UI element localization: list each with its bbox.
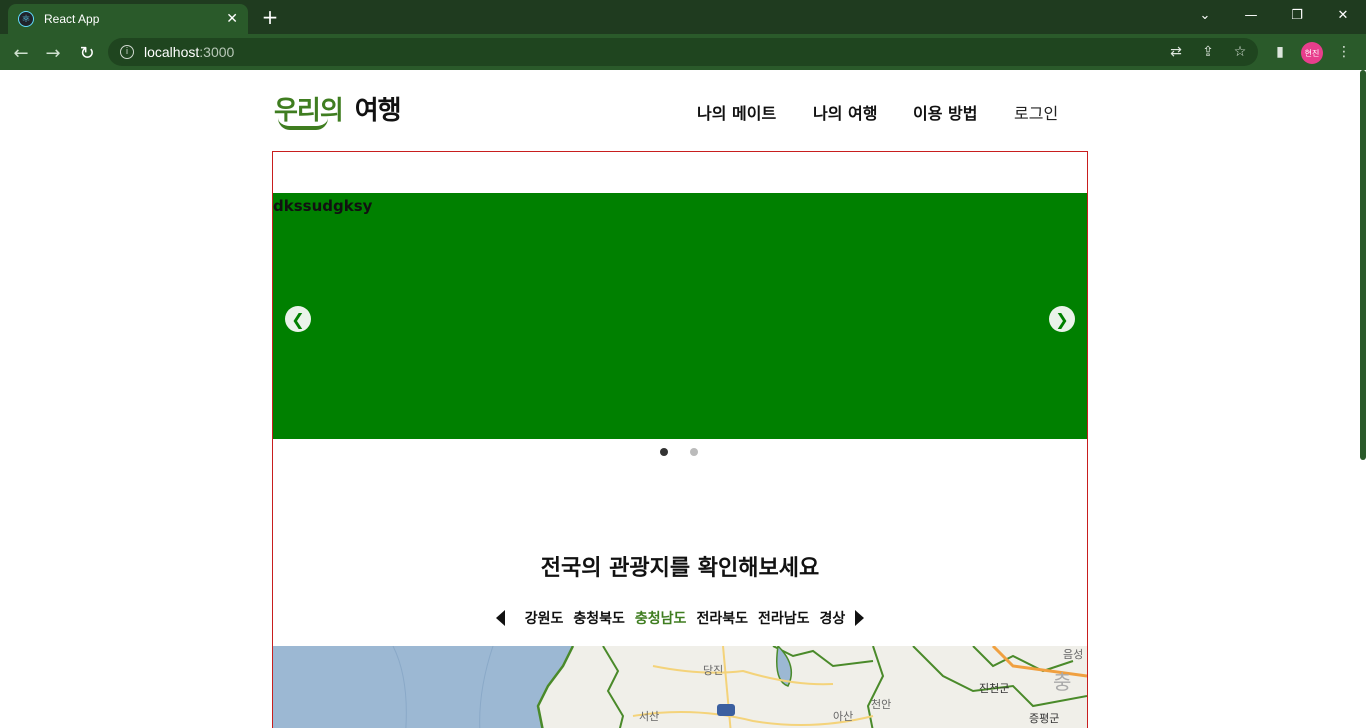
region-chungnam[interactable]: 충청남도 bbox=[635, 608, 687, 628]
map-label: 충 bbox=[1053, 670, 1072, 694]
carousel-dot[interactable] bbox=[690, 448, 698, 456]
carousel-prev-icon[interactable]: ❮ bbox=[285, 306, 311, 332]
browser-tab[interactable]: ⚛ React App ✕ bbox=[8, 4, 248, 34]
carousel-slide: dkssudgksy ❮ ❯ bbox=[273, 193, 1087, 439]
browser-tab-bar: ⚛ React App ✕ + ⌄ — ❐ ✕ bbox=[0, 0, 1366, 34]
forward-icon[interactable]: → bbox=[40, 40, 66, 66]
site-logo[interactable]: 우리의 여행 bbox=[274, 90, 402, 130]
site-info-icon[interactable]: i bbox=[120, 45, 134, 59]
bookmark-star-icon[interactable]: ☆ bbox=[1230, 42, 1250, 62]
main-content: dkssudgksy ❮ ❯ 전국의 관광지를 확인해보세요 강원도 충청북도 … bbox=[272, 151, 1088, 728]
logo-part2: 여행 bbox=[354, 96, 402, 126]
nav-login[interactable]: 로그인 bbox=[1014, 100, 1058, 124]
new-tab-icon[interactable]: + bbox=[258, 5, 282, 29]
reload-icon[interactable]: ↻ bbox=[74, 40, 100, 66]
nav-my-trip[interactable]: 나의 여행 bbox=[813, 100, 877, 124]
side-panel-icon[interactable]: ▮ bbox=[1270, 42, 1290, 62]
page-viewport: 우리의 여행 나의 메이트 나의 여행 이용 방법 로그인 dkssudgksy… bbox=[0, 70, 1366, 728]
address-bar[interactable]: i localhost:3000 bbox=[108, 38, 1258, 66]
nav-how-to-use[interactable]: 이용 방법 bbox=[913, 100, 977, 124]
react-icon: ⚛ bbox=[18, 11, 34, 27]
map-label: 서산 bbox=[639, 710, 660, 723]
nav-my-mate[interactable]: 나의 메이트 bbox=[697, 100, 776, 124]
region-chungbuk[interactable]: 충청북도 bbox=[573, 608, 625, 628]
window-close-icon[interactable]: ✕ bbox=[1320, 0, 1366, 30]
back-icon[interactable]: ← bbox=[8, 40, 34, 66]
map-label: 아산 bbox=[833, 710, 854, 723]
region-prev-icon[interactable] bbox=[495, 610, 505, 626]
close-tab-icon[interactable]: ✕ bbox=[226, 11, 238, 27]
map-label: 당진 bbox=[703, 664, 724, 677]
map-label: 음성 bbox=[1063, 648, 1084, 661]
tab-title: React App bbox=[44, 12, 100, 26]
region-jeonbuk[interactable]: 전라북도 bbox=[696, 608, 748, 628]
carousel-dots bbox=[660, 448, 698, 456]
region-map[interactable]: 당진 서산 아산 천안 진천군 증평군 음성 충 bbox=[273, 646, 1087, 728]
carousel-next-icon[interactable]: ❯ bbox=[1049, 306, 1075, 332]
map-label: 천안 bbox=[871, 698, 892, 711]
map-graphic bbox=[273, 646, 1087, 728]
region-selector: 강원도 충청북도 충청남도 전라북도 전라남도 경상 bbox=[273, 608, 1087, 628]
page-scrollbar[interactable] bbox=[1360, 70, 1366, 460]
map-label: 진천군 bbox=[979, 682, 1010, 695]
tab-search-icon[interactable]: ⌄ bbox=[1182, 0, 1228, 30]
region-gangwon[interactable]: 강원도 bbox=[525, 608, 564, 628]
slide-text: dkssudgksy bbox=[273, 197, 373, 215]
restore-icon[interactable]: ❐ bbox=[1274, 0, 1320, 30]
attractions-title: 전국의 관광지를 확인해보세요 bbox=[540, 556, 820, 581]
carousel-dot[interactable] bbox=[660, 448, 668, 456]
translate-icon[interactable]: ⇄ bbox=[1166, 42, 1186, 62]
minimize-icon[interactable]: — bbox=[1228, 0, 1274, 30]
region-jeonnam[interactable]: 전라남도 bbox=[758, 608, 810, 628]
map-label: 증평군 bbox=[1029, 712, 1060, 725]
profile-avatar[interactable]: 현진 bbox=[1301, 42, 1323, 64]
menu-kebab-icon[interactable]: ⋮ bbox=[1334, 42, 1354, 62]
logo-smile-icon bbox=[278, 118, 328, 130]
browser-toolbar: ← → ↻ i localhost:3000 ⇄ ⇪ ☆ ▮ 현진 ⋮ bbox=[0, 34, 1366, 70]
region-next-icon[interactable] bbox=[855, 610, 865, 626]
share-icon[interactable]: ⇪ bbox=[1198, 42, 1218, 62]
url-text: localhost:3000 bbox=[144, 44, 235, 60]
region-gyeongsang[interactable]: 경상 bbox=[820, 608, 846, 628]
